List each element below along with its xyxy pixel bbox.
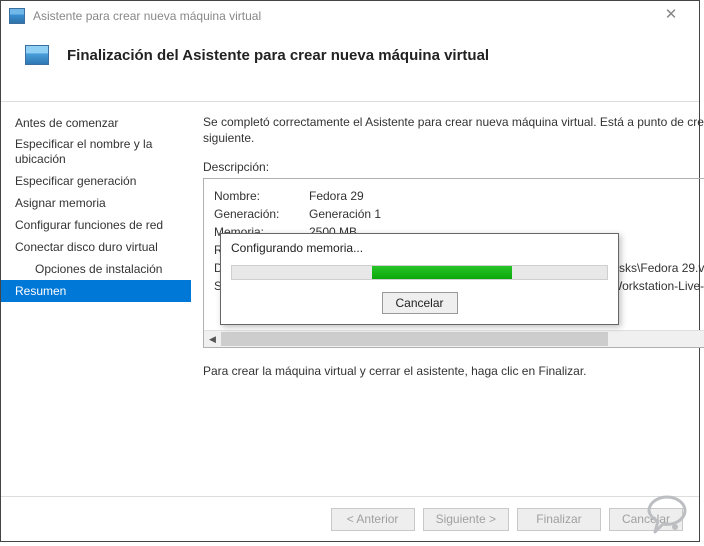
progress-bar <box>231 265 608 280</box>
sidebar-item-generation[interactable]: Especificar generación <box>1 170 191 192</box>
sidebar-item-install-options[interactable]: Opciones de instalación <box>1 258 191 280</box>
progress-dialog: Configurando memoria... Cancelar <box>220 233 619 325</box>
progress-title: Configurando memoria... <box>221 234 618 259</box>
scroll-track[interactable] <box>221 331 704 347</box>
scroll-left-icon[interactable]: ◀ <box>204 331 221 347</box>
header: Finalización del Asistente para crear nu… <box>1 31 699 83</box>
app-icon <box>9 8 25 24</box>
sidebar-item-networking[interactable]: Configurar funciones de red <box>1 214 191 236</box>
previous-button[interactable]: < Anterior <box>331 508 415 531</box>
row-gen-key: Generación: <box>214 205 309 223</box>
intro-text: Se completó correctamente el Asistente p… <box>203 114 704 146</box>
cancel-button[interactable]: Cancelar <box>609 508 683 531</box>
horizontal-scrollbar[interactable]: ◀ ▶ <box>204 330 704 347</box>
finish-button[interactable]: Finalizar <box>517 508 601 531</box>
sidebar-item-virtual-disk[interactable]: Conectar disco duro virtual <box>1 236 191 258</box>
wizard-window: Asistente para crear nueva máquina virtu… <box>0 0 700 542</box>
sidebar-item-before-begin[interactable]: Antes de comenzar <box>1 112 191 134</box>
progress-cancel-button[interactable]: Cancelar <box>382 292 458 314</box>
progress-fill <box>372 266 512 279</box>
description-label: Descripción: <box>203 160 704 174</box>
sidebar-item-name-location[interactable]: Especificar el nombre y la ubicación <box>1 134 191 170</box>
row-name-value: Fedora 29 <box>309 187 704 205</box>
wizard-icon <box>25 45 49 65</box>
scroll-thumb[interactable] <box>221 332 608 346</box>
titlebar: Asistente para crear nueva máquina virtu… <box>1 1 699 31</box>
next-button[interactable]: Siguiente > <box>423 508 509 531</box>
sidebar-item-memory[interactable]: Asignar memoria <box>1 192 191 214</box>
row-name-key: Nombre: <box>214 187 309 205</box>
sidebar: Antes de comenzar Especificar el nombre … <box>1 102 191 495</box>
row-gen-value: Generación 1 <box>309 205 704 223</box>
footer: < Anterior Siguiente > Finalizar Cancela… <box>1 496 699 541</box>
sidebar-item-summary[interactable]: Resumen <box>1 280 191 302</box>
outro-text: Para crear la máquina virtual y cerrar e… <box>203 364 704 378</box>
page-title: Finalización del Asistente para crear nu… <box>67 47 489 64</box>
close-icon[interactable]: ✕ <box>651 2 691 30</box>
window-title: Asistente para crear nueva máquina virtu… <box>33 9 261 23</box>
